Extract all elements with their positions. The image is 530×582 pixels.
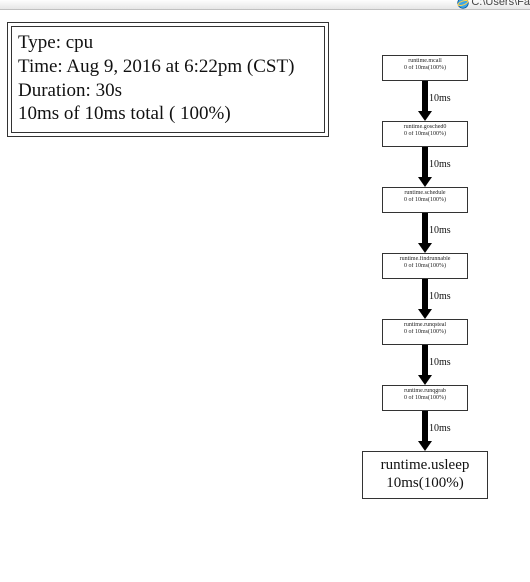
summary-type: Type: cpu [18, 31, 318, 55]
summary-time: Time: Aug 9, 2016 at 6:22pm (CST) [18, 55, 318, 79]
edge-label: 10ms [429, 423, 451, 434]
graph-node: runtime.findrunnable 0 of 10ms(100%) [382, 253, 468, 279]
node-label: runtime.schedule [385, 190, 465, 197]
node-label: runtime.usleep [367, 456, 483, 474]
arrow-icon [422, 213, 428, 253]
edge-label: 10ms [429, 291, 451, 302]
graph-node-leaf: runtime.usleep 10ms(100%) [362, 451, 488, 499]
arrow-icon [422, 147, 428, 187]
arrow-icon [422, 411, 428, 451]
call-graph: runtime.mcall 0 of 10ms(100%) 10ms runti… [335, 55, 515, 499]
graph-edge: 10ms [382, 279, 468, 319]
browser-toolbar-fragment: C:\Users\Fa [0, 0, 530, 10]
graph-node: runtime.runqgrab 0 of 10ms(100%) [382, 385, 468, 411]
edge-label: 10ms [429, 357, 451, 368]
summary-total: 10ms of 10ms total ( 100%) [18, 102, 318, 126]
profile-summary-box: Type: cpu Time: Aug 9, 2016 at 6:22pm (C… [7, 22, 329, 137]
graph-edge: 10ms [382, 213, 468, 253]
node-value: 0 of 10ms(100%) [385, 131, 465, 138]
edge-label: 10ms [429, 159, 451, 170]
graph-edge: 10ms [382, 411, 468, 451]
node-label: runtime.runqsteal [385, 322, 465, 329]
graph-edge: 10ms [382, 345, 468, 385]
window-path-fragment: C:\Users\Fa [471, 0, 530, 8]
arrow-icon [422, 81, 428, 121]
graph-node: runtime.mcall 0 of 10ms(100%) [382, 55, 468, 81]
node-value: 10ms(100%) [367, 474, 483, 492]
summary-duration: Duration: 30s [18, 79, 318, 103]
node-value: 0 of 10ms(100%) [385, 395, 465, 402]
node-label: runtime.runqgrab [385, 388, 465, 395]
arrow-icon [422, 279, 428, 319]
node-label: runtime.findrunnable [385, 256, 465, 263]
node-value: 0 of 10ms(100%) [385, 329, 465, 336]
graph-node: runtime.runqsteal 0 of 10ms(100%) [382, 319, 468, 345]
graph-node: runtime.gosched0 0 of 10ms(100%) [382, 121, 468, 147]
node-label: runtime.mcall [385, 58, 465, 65]
profile-summary-inner: Type: cpu Time: Aug 9, 2016 at 6:22pm (C… [11, 26, 325, 133]
ie-icon [456, 0, 470, 15]
node-value: 0 of 10ms(100%) [385, 65, 465, 72]
node-label: runtime.gosched0 [385, 124, 465, 131]
arrow-icon [422, 345, 428, 385]
node-value: 0 of 10ms(100%) [385, 263, 465, 270]
graph-edge: 10ms [382, 147, 468, 187]
node-value: 0 of 10ms(100%) [385, 197, 465, 204]
edge-label: 10ms [429, 225, 451, 236]
graph-node: runtime.schedule 0 of 10ms(100%) [382, 187, 468, 213]
edge-label: 10ms [429, 93, 451, 104]
graph-edge: 10ms [382, 81, 468, 121]
